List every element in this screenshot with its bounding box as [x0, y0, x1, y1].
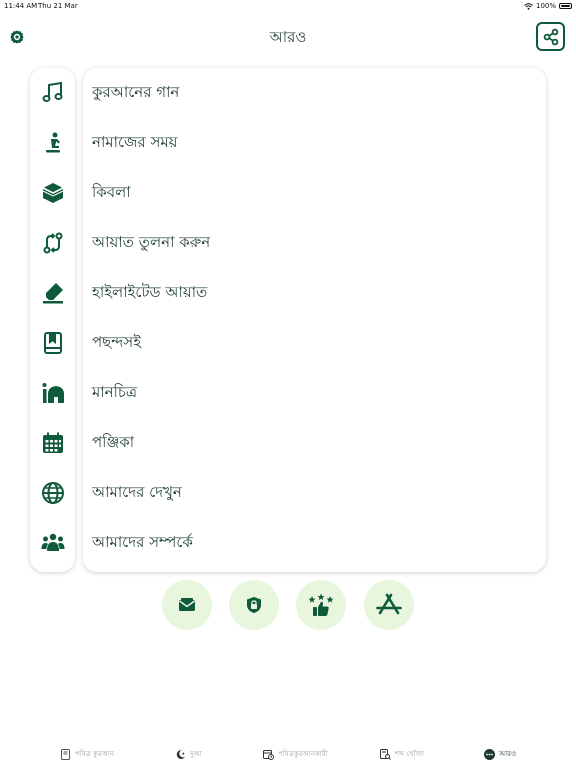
tab-label: শব্দ খোঁজা — [395, 750, 425, 758]
mail-icon — [178, 597, 196, 613]
menu-icon-cell-qibla[interactable] — [30, 168, 75, 218]
quran-book-icon — [60, 748, 71, 760]
menu-icon-cell-about-us[interactable] — [30, 518, 75, 568]
app-store-button[interactable] — [364, 580, 414, 630]
status-indicators: 100% — [524, 2, 556, 10]
menu-item-visit-us[interactable]: আমাদের দেখুন — [83, 468, 546, 518]
privacy-lock-icon — [246, 596, 262, 614]
menu-icon-cell-highlighted-ayat[interactable] — [30, 268, 75, 318]
more-dots-icon — [484, 748, 495, 760]
menu-icon-cell-map[interactable] — [30, 368, 75, 418]
rate-thumbs-up-icon — [308, 593, 334, 617]
calendar-icon — [41, 431, 65, 455]
status-date: Thu 21 Mar — [38, 2, 78, 10]
menu-item-prayer-times[interactable]: নামাজের সময় — [83, 118, 546, 168]
tab-reciters[interactable]: পবিত্রকুরআনকারী — [263, 742, 328, 766]
menu-icon-cell-quran-songs[interactable] — [30, 68, 75, 118]
share-icon — [542, 28, 560, 46]
menu-icon-cell-prayer-times[interactable] — [30, 118, 75, 168]
calendar-clock-icon — [263, 749, 274, 760]
tab-word-search[interactable]: শব্দ খোঁজা — [380, 742, 424, 766]
menu-item-calendar[interactable]: পঞ্জিকা — [83, 418, 546, 468]
status-bar: 11:44 AM Thu 21 Mar 100% — [0, 0, 576, 14]
tab-label: পবিত্রকুরআনকারী — [278, 750, 328, 758]
prayer-icon — [41, 131, 65, 155]
mosque-map-icon — [41, 381, 65, 405]
compare-arrows-icon — [41, 231, 65, 255]
menu-list: কুরআনের গান নামাজের সময় কিবলা আয়াত তুল… — [83, 68, 546, 572]
tab-more[interactable]: আরও — [484, 742, 516, 766]
wifi-icon — [524, 2, 533, 10]
menu-item-compare-ayat[interactable]: আয়াত তুলনা করুন — [83, 218, 546, 268]
menu-item-about-us[interactable]: আমাদের সম্পর্কে — [83, 518, 546, 568]
menu-icon-cell-visit-us[interactable] — [30, 468, 75, 518]
page-title: আরও — [269, 28, 307, 46]
tab-label: পবিত্র কুরআন — [75, 750, 115, 758]
globe-icon — [41, 481, 65, 505]
bookmark-book-icon — [41, 331, 65, 355]
contact-mail-button[interactable] — [162, 580, 212, 630]
status-time: 11:44 AM — [4, 2, 38, 10]
kaaba-icon — [41, 181, 65, 205]
tab-dua[interactable]: দুআ — [175, 742, 202, 766]
menu-icon-cell-favorites[interactable] — [30, 318, 75, 368]
menu-icon-cell-calendar[interactable] — [30, 418, 75, 468]
menu-item-quran-songs[interactable]: কুরআনের গান — [83, 68, 546, 118]
settings-gear-button[interactable] — [8, 28, 26, 46]
music-note-icon — [41, 81, 65, 105]
battery-icon — [559, 3, 572, 9]
menu-item-highlighted-ayat[interactable]: হাইলাইটেড আয়াত — [83, 268, 546, 318]
tab-holy-quran[interactable]: পবিত্র কুরআন — [60, 742, 114, 766]
top-bar: আরও — [0, 22, 576, 52]
bottom-tab-bar: পবিত্র কুরআন দুআ পবিত্রকুরআনকারী শব্দ খো… — [0, 742, 576, 766]
battery-percent: 100% — [535, 2, 556, 10]
tab-label: আরও — [499, 750, 517, 758]
action-buttons — [0, 580, 576, 632]
share-button[interactable] — [536, 22, 565, 51]
tab-label: দুআ — [190, 750, 202, 758]
crescent-star-icon — [175, 749, 186, 760]
menu-item-qibla[interactable]: কিবলা — [83, 168, 546, 218]
search-book-icon — [380, 748, 391, 760]
menu-item-favorites[interactable]: পছন্দসই — [83, 318, 546, 368]
app-store-icon — [376, 593, 402, 617]
gear-icon — [8, 28, 26, 46]
privacy-policy-button[interactable] — [229, 580, 279, 630]
menu-icon-column — [30, 68, 75, 572]
menu-icon-cell-compare-ayat[interactable] — [30, 218, 75, 268]
menu-item-map[interactable]: মানচিত্র — [83, 368, 546, 418]
people-icon — [41, 531, 65, 555]
rate-app-button[interactable] — [296, 580, 346, 630]
highlighter-icon — [41, 281, 65, 305]
